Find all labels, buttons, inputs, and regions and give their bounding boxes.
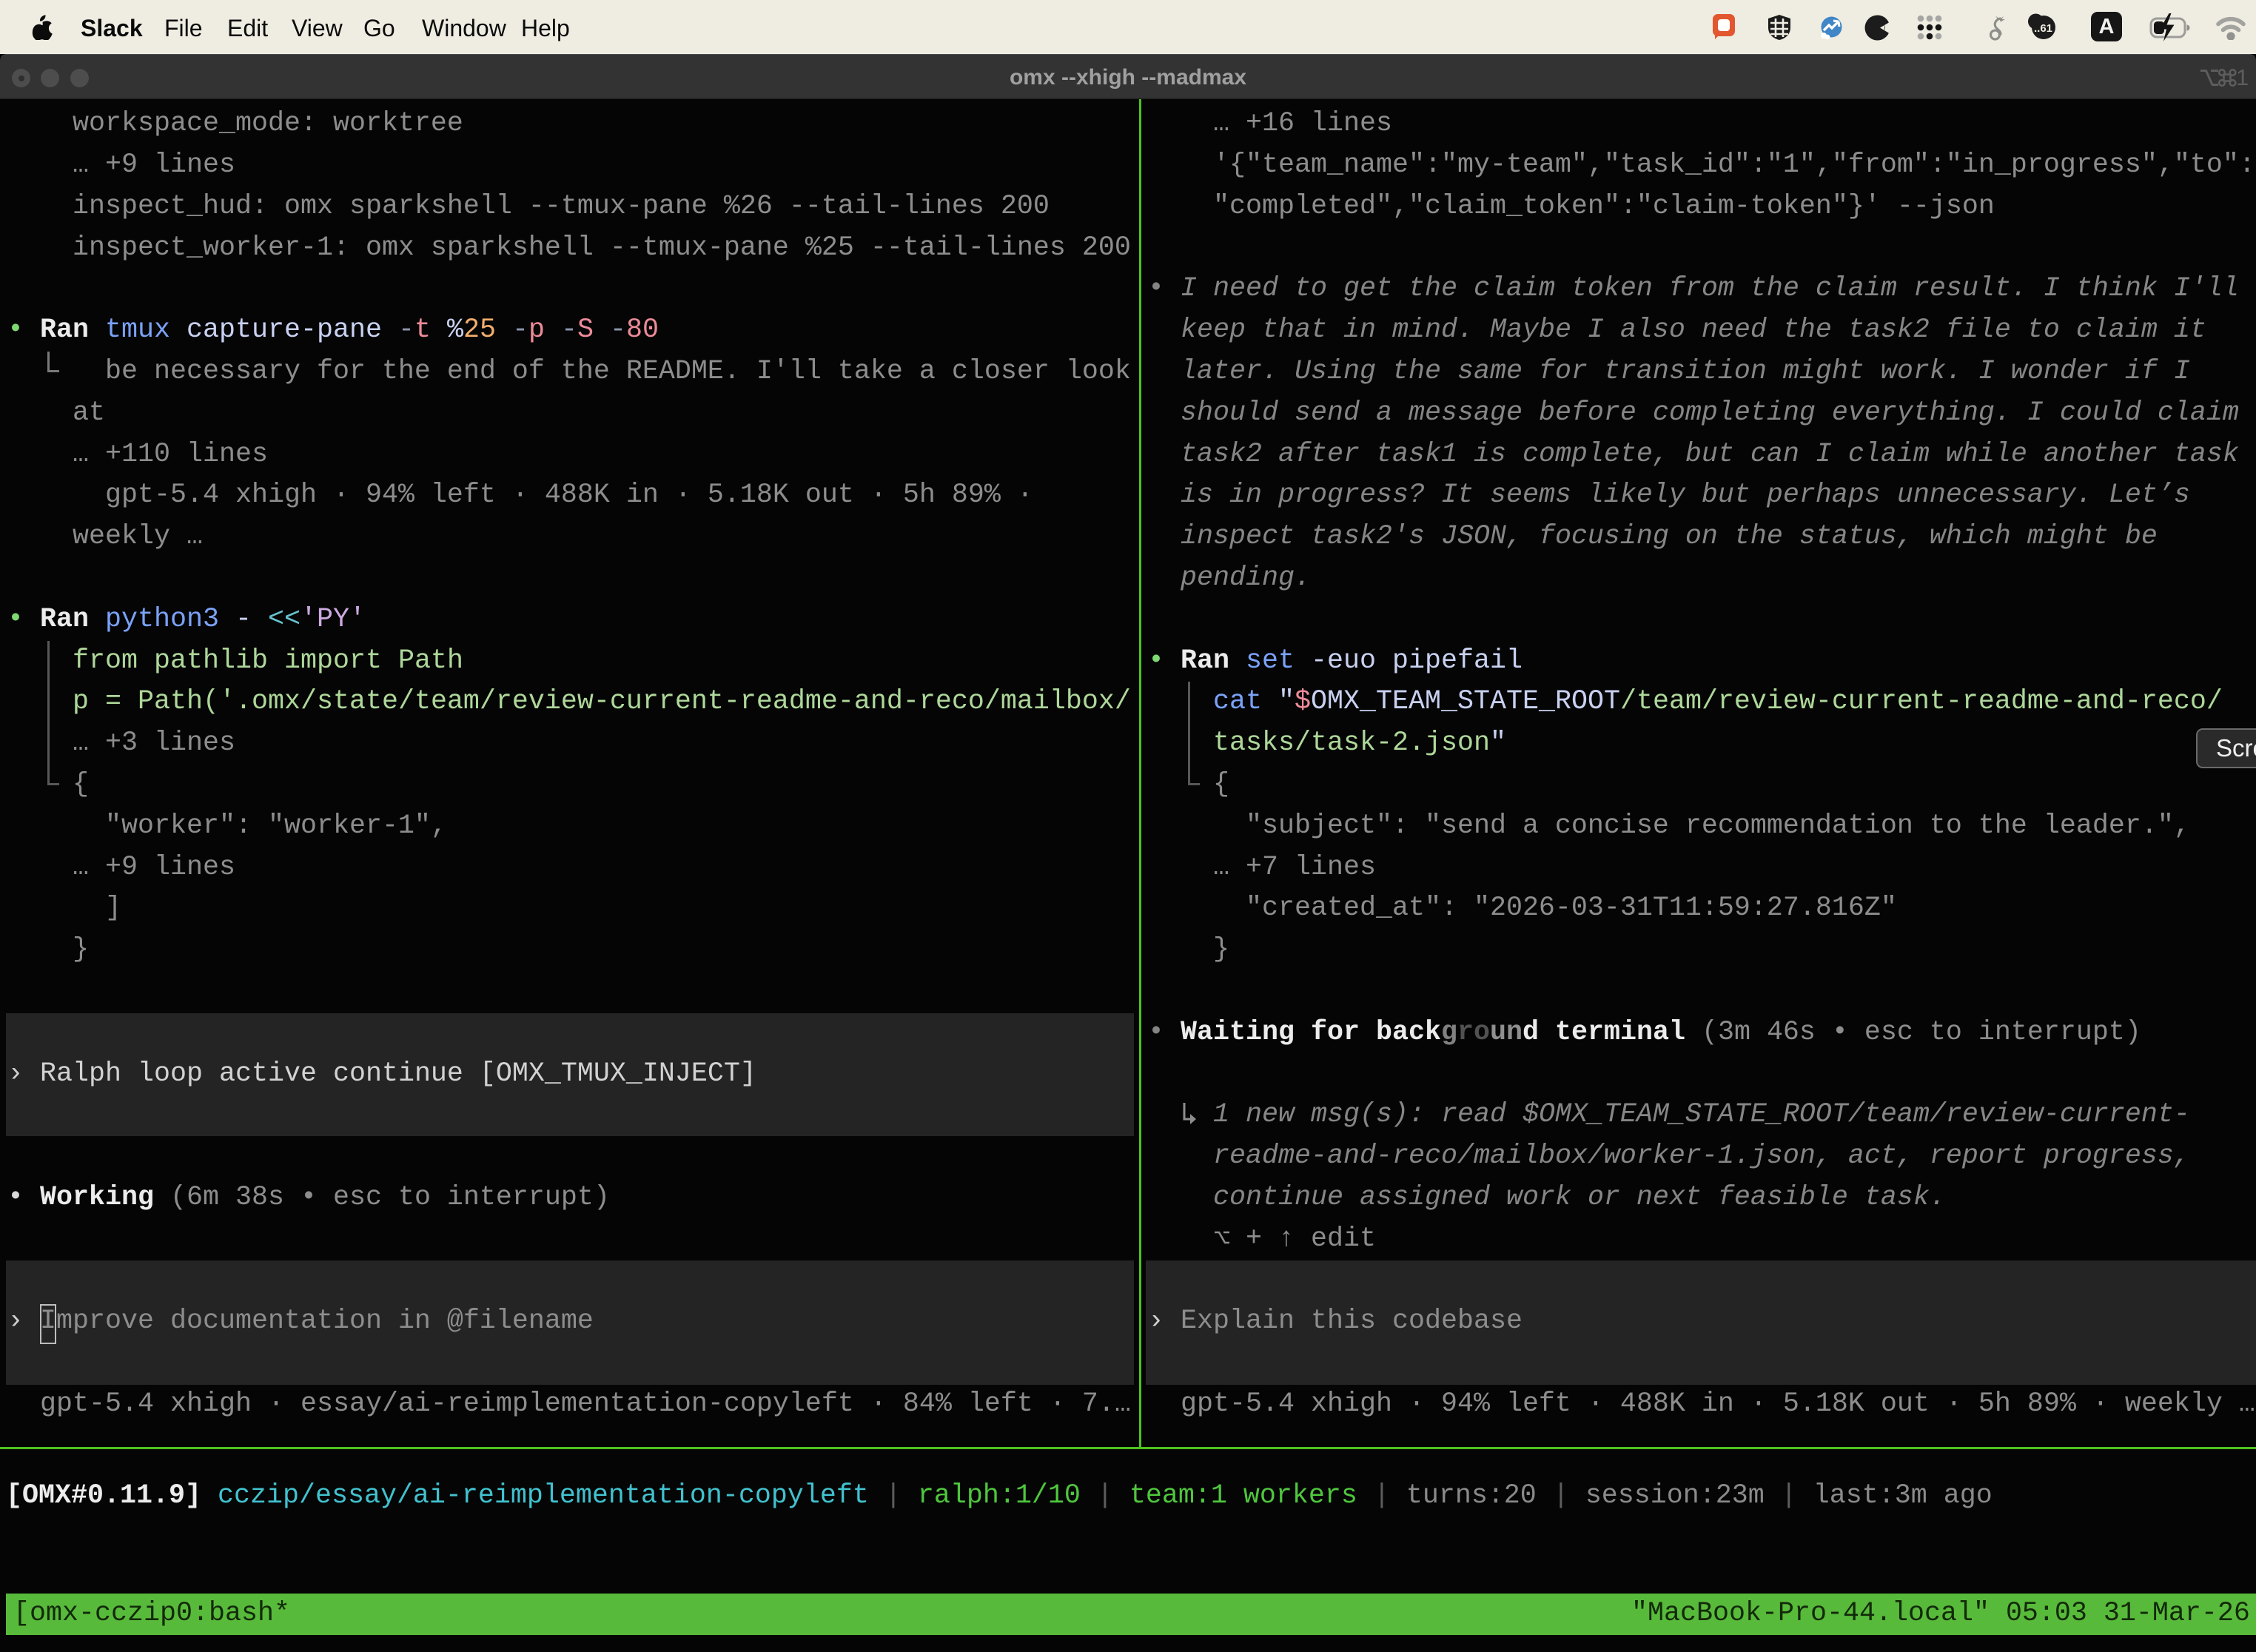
svg-text:..61: ..61 (2034, 22, 2052, 35)
